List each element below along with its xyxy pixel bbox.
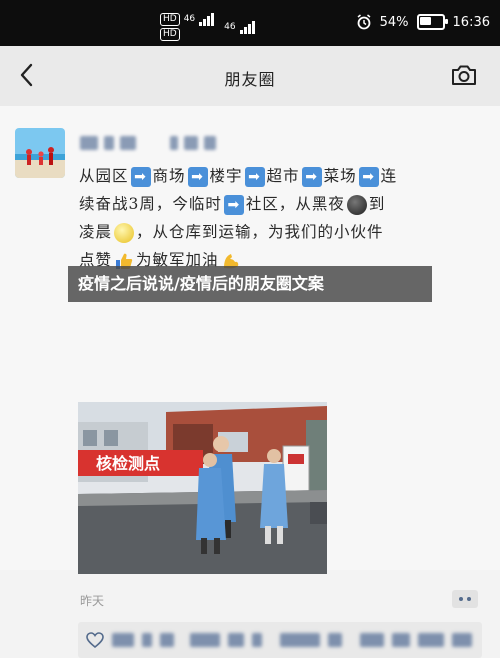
right-arrow-icon: ➡ — [358, 167, 379, 187]
status-right: 54% 16:36 — [356, 14, 490, 30]
right-arrow-icon: ➡ — [223, 195, 244, 215]
photo-sign-text: 核检测点 — [96, 454, 160, 473]
right-arrow-icon: ➡ — [301, 167, 322, 187]
avatar[interactable] — [15, 128, 65, 178]
page-title: 朋友圈 — [224, 70, 276, 89]
camera-icon[interactable] — [450, 62, 478, 88]
signal-icon — [239, 20, 255, 34]
alarm-icon — [357, 14, 371, 30]
post-photo[interactable]: 核检测点 — [78, 402, 327, 574]
signal-icon — [199, 12, 215, 26]
right-arrow-icon: ➡ — [130, 167, 151, 187]
post-time: 昨天 — [80, 594, 105, 608]
right-arrow-icon: ➡ — [187, 167, 208, 187]
battery-icon — [416, 14, 448, 30]
more-button[interactable] — [452, 590, 478, 608]
author-name[interactable] — [80, 136, 216, 150]
full-moon-icon — [114, 223, 135, 243]
caption-banner: 疫情之后说说/疫情后的朋友圈文案 — [68, 266, 432, 302]
new-moon-icon — [346, 195, 367, 215]
post-text: 从园区 ➡ 商场 ➡ 楼宇 ➡ 超市 ➡ 菜场 ➡ 连 续奋战3周，今临时 ➡ 社区，从黑夜到 凌晨 ，从… — [79, 167, 398, 269]
hd-badge: HD — [160, 28, 180, 41]
heart-outline-icon — [86, 632, 104, 649]
hd-badge: HD — [160, 12, 180, 26]
dot-icon — [459, 597, 463, 601]
right-arrow-icon: ➡ — [244, 167, 265, 187]
network-type: 46 — [224, 21, 236, 32]
nav-bar: 朋友圈 — [0, 46, 500, 106]
moment-post: 从园区 ➡ 商场 ➡ 楼宇 ➡ 超市 ➡ 菜场 ➡ 连 续奋战3周，今临时 ➡ 社区，从黑夜到 凌晨 ，从… — [0, 106, 500, 658]
clock: 16:36 — [452, 14, 490, 30]
likes-bar — [78, 622, 482, 658]
network-type: 46 — [183, 14, 196, 24]
dot-icon — [467, 597, 471, 601]
status-bar: HD 46 HD 46 54% 16:36 — [0, 0, 500, 46]
network-indicators: HD 46 HD 46 — [160, 12, 255, 41]
battery-percent: 54% — [379, 14, 409, 30]
liker-names[interactable] — [112, 633, 472, 647]
